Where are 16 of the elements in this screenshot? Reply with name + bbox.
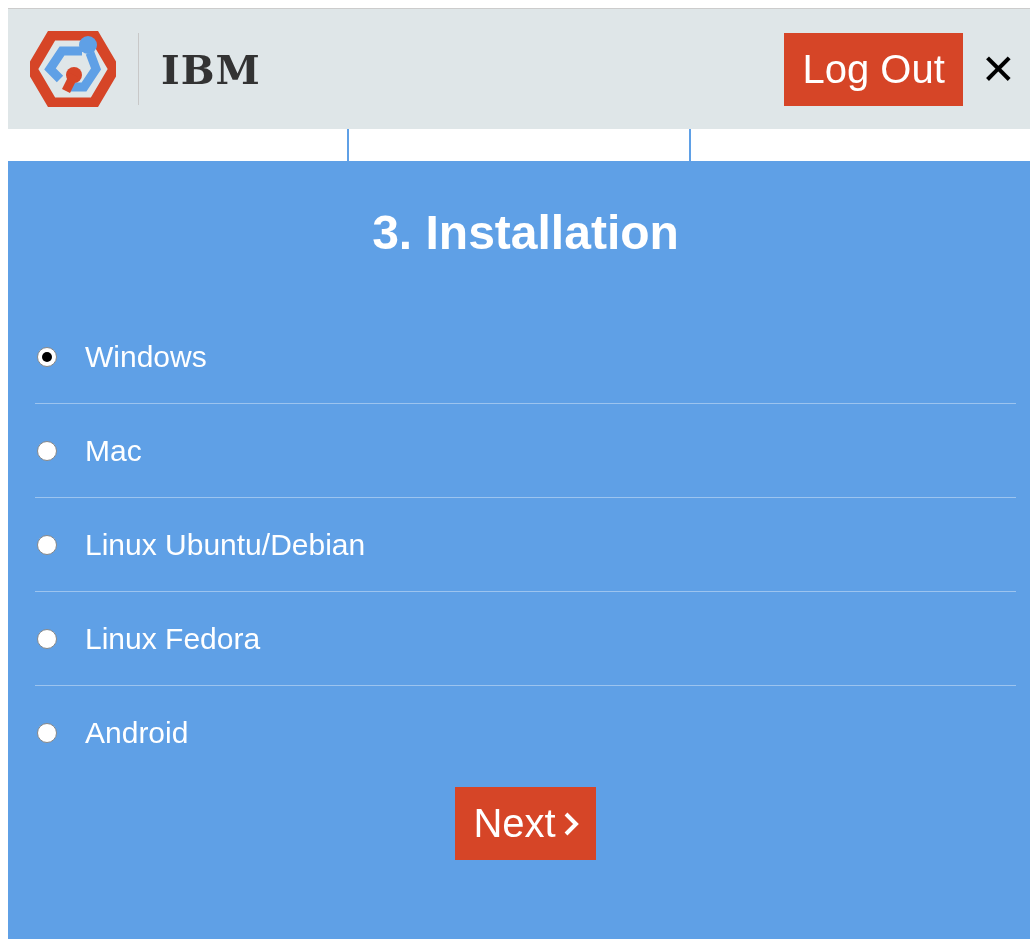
logout-button[interactable]: Log Out — [784, 32, 963, 106]
option-label: Linux Ubuntu/Debian — [85, 527, 366, 562]
close-button[interactable]: ✕ — [976, 44, 1020, 94]
brand-logo-text: IBM — [161, 45, 261, 93]
next-button[interactable]: Next — [455, 787, 596, 860]
radio-button[interactable] — [37, 722, 57, 743]
radio-button[interactable] — [37, 628, 57, 649]
step-title: 3. Installation — [371, 205, 680, 260]
radio-button[interactable] — [37, 440, 57, 461]
radio-button[interactable] — [37, 534, 57, 555]
logo-icon — [30, 31, 116, 107]
radio-button[interactable] — [37, 346, 57, 367]
option-label: Linux Fedora — [85, 621, 261, 656]
option-label: Windows — [85, 339, 207, 374]
option-label: Mac — [85, 433, 142, 468]
option-label: Android — [85, 715, 189, 750]
